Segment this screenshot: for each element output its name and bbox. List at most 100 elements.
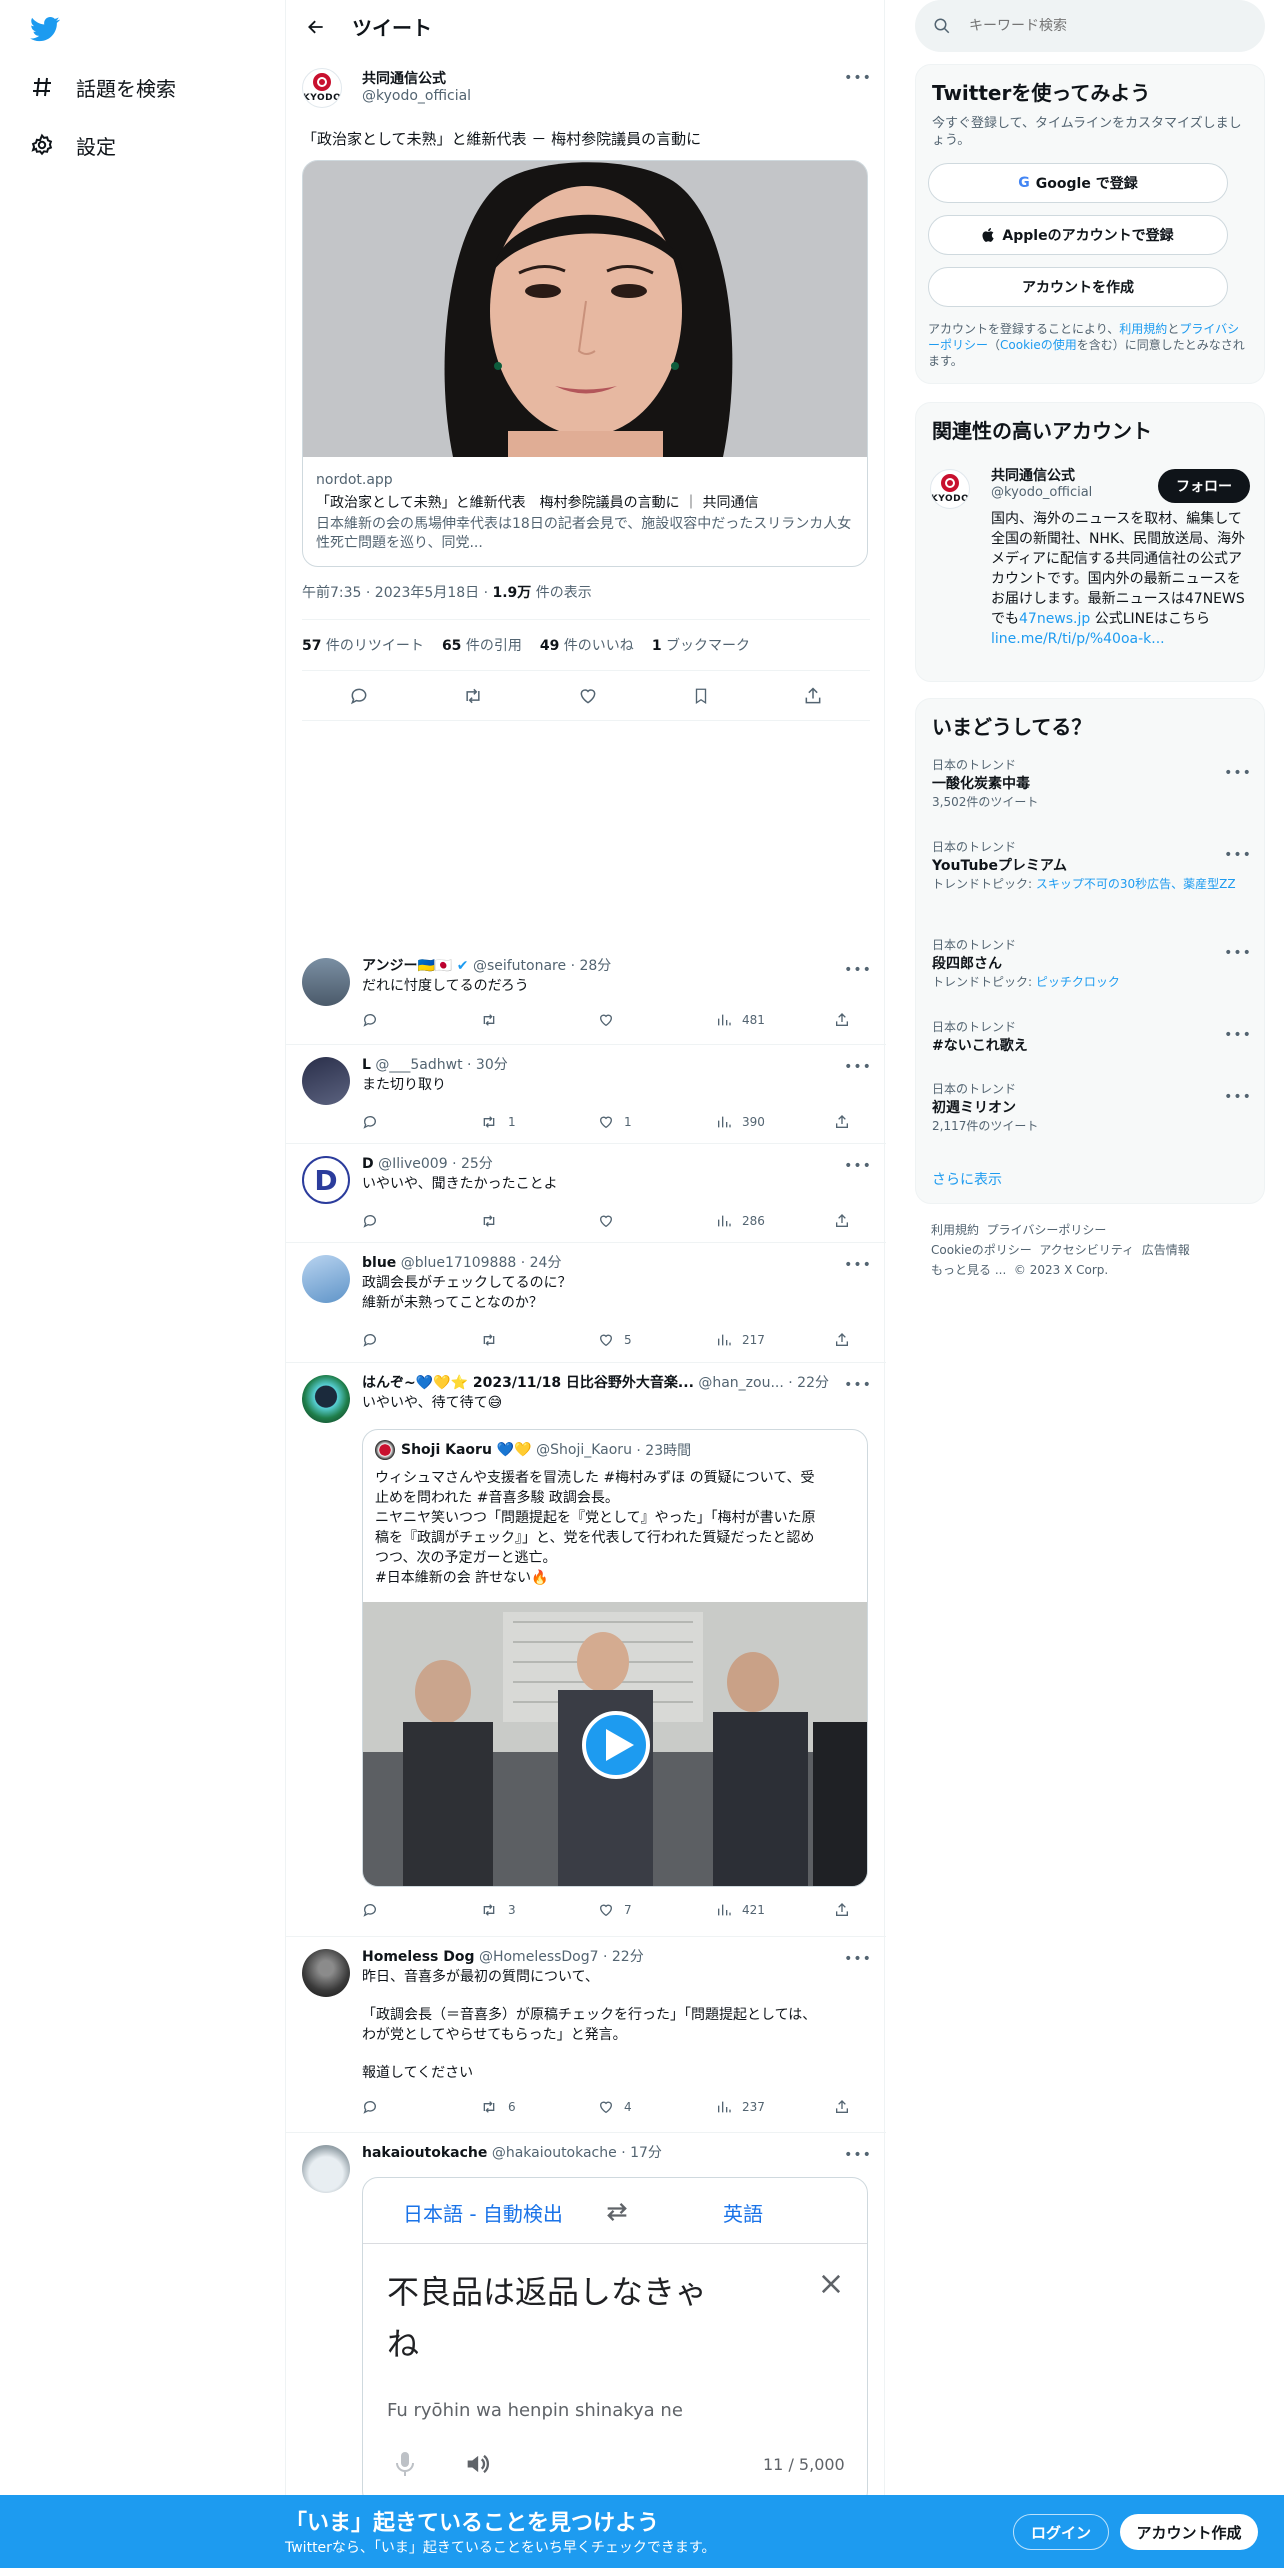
more-icon[interactable]: ••• bbox=[1224, 941, 1251, 965]
bio-link[interactable]: 47news.jp bbox=[1019, 611, 1090, 627]
reply-icon[interactable] bbox=[362, 1213, 480, 1229]
avatar[interactable] bbox=[302, 1949, 350, 1997]
like-icon[interactable]: 5 bbox=[598, 1332, 716, 1348]
views-icon[interactable]: 286 bbox=[716, 1213, 834, 1229]
avatar[interactable]: KYODO bbox=[302, 68, 342, 108]
link-card[interactable]: nordot.app 「政治家として未熟」と維新代表 梅村参院議員の言動に ｜ … bbox=[302, 160, 868, 567]
like-icon[interactable]: 7 bbox=[598, 1902, 716, 1918]
trend-topic-link[interactable]: スキップ不可の30秒広告、薬産型ZZ bbox=[1036, 877, 1236, 891]
more-icon[interactable]: ••• bbox=[844, 958, 871, 982]
translate-image[interactable]: 日本語 - 自動検出 英語 不良品は返品しなきゃ ね Fu ryōhin wa … bbox=[362, 2177, 868, 2507]
more-icon[interactable]: ••• bbox=[844, 1253, 871, 1277]
signup-button[interactable]: アカウント作成 bbox=[1120, 2514, 1258, 2550]
more-icon[interactable]: ••• bbox=[844, 66, 871, 90]
footer-accessibility-link[interactable]: アクセシビリティ bbox=[1039, 1243, 1134, 1257]
more-icon[interactable]: ••• bbox=[844, 1947, 871, 1971]
retweet-icon[interactable] bbox=[462, 686, 484, 706]
footer-terms-link[interactable]: 利用規約 bbox=[931, 1223, 979, 1237]
reply-tweet[interactable]: Homeless Dog @HomelessDog7 · 22分 昨日、音喜多が… bbox=[286, 1937, 886, 2133]
avatar[interactable]: KYODO bbox=[930, 469, 970, 509]
retweet-icon[interactable] bbox=[480, 1012, 598, 1028]
reply-icon[interactable] bbox=[362, 2099, 480, 2115]
more-icon[interactable]: ••• bbox=[844, 1154, 871, 1178]
like-icon[interactable] bbox=[598, 1213, 716, 1229]
reply-icon[interactable] bbox=[362, 1012, 480, 1028]
related-name[interactable]: 共同通信公式 bbox=[991, 465, 1075, 485]
nav-explore[interactable]: 話題を検索 bbox=[28, 61, 176, 113]
author-name[interactable]: 共同通信公式 bbox=[362, 68, 446, 88]
twitter-logo-icon[interactable] bbox=[30, 14, 60, 44]
google-signup-button[interactable]: G Google で登録 bbox=[928, 163, 1228, 203]
share-icon[interactable] bbox=[834, 1332, 864, 1348]
share-icon[interactable] bbox=[834, 2099, 864, 2115]
related-handle[interactable]: @kyodo_official bbox=[991, 485, 1092, 500]
trend-item[interactable]: 日本のトレンド 初週ミリオン 2,117件のツイート bbox=[932, 1081, 1250, 1135]
like-stat[interactable]: 49 件のいいね bbox=[540, 635, 634, 655]
reply-icon[interactable] bbox=[349, 686, 369, 706]
quote-video[interactable] bbox=[363, 1602, 867, 1886]
avatar[interactable] bbox=[302, 1375, 350, 1423]
views-icon[interactable]: 237 bbox=[716, 2099, 834, 2115]
more-icon[interactable]: ••• bbox=[1224, 1023, 1251, 1047]
retweet-icon[interactable] bbox=[480, 1332, 598, 1348]
trend-item[interactable]: 日本のトレンド 一酸化炭素中毒 3,502件のツイート bbox=[932, 757, 1250, 811]
bookmark-stat[interactable]: 1 ブックマーク bbox=[652, 635, 750, 655]
bio-link[interactable]: line.me/R/ti/p/%40oa-k... bbox=[991, 631, 1165, 647]
views-icon[interactable]: 421 bbox=[716, 1902, 834, 1918]
avatar[interactable]: D bbox=[302, 1156, 350, 1204]
cookie-link[interactable]: Cookieの使用 bbox=[1000, 338, 1077, 352]
like-icon[interactable]: 1 bbox=[598, 1114, 716, 1130]
like-icon[interactable] bbox=[598, 1012, 716, 1028]
show-more-link[interactable]: さらに表示 bbox=[932, 1169, 1002, 1189]
trend-item[interactable]: 日本のトレンド 段四郎さん トレンドトピック: ピッチクロック bbox=[932, 937, 1250, 991]
retweet-icon[interactable] bbox=[480, 1213, 598, 1229]
views-icon[interactable]: 481 bbox=[716, 1012, 834, 1028]
author-handle[interactable]: @kyodo_official bbox=[362, 88, 471, 104]
login-button[interactable]: ログイン bbox=[1013, 2514, 1109, 2550]
terms-link[interactable]: 利用規約 bbox=[1119, 322, 1167, 336]
reply-icon[interactable] bbox=[362, 1332, 480, 1348]
views-icon[interactable]: 217 bbox=[716, 1332, 834, 1348]
search-input[interactable] bbox=[969, 18, 1229, 34]
quote-stat[interactable]: 65 件の引用 bbox=[442, 635, 522, 655]
retweet-stat[interactable]: 57 件のリツイート bbox=[302, 635, 424, 655]
share-icon[interactable] bbox=[803, 686, 823, 706]
nav-settings[interactable]: 設定 bbox=[28, 119, 116, 171]
search-box[interactable] bbox=[915, 0, 1265, 52]
reply-tweet[interactable]: はんぞ~💙💛⭐ 2023/11/18 日比谷野外大音楽... @han_zou.… bbox=[286, 1363, 886, 1937]
apple-signup-button[interactable]: Appleのアカウントで登録 bbox=[928, 215, 1228, 255]
like-icon[interactable]: 4 bbox=[598, 2099, 716, 2115]
views-icon[interactable]: 390 bbox=[716, 1114, 834, 1130]
reply-tweet[interactable]: アンジー🇺🇦🇯🇵 ✔ @seifutonare · 28分 だれに忖度してるのだ… bbox=[286, 950, 886, 1045]
avatar[interactable] bbox=[302, 1057, 350, 1105]
avatar[interactable] bbox=[302, 2145, 350, 2193]
share-icon[interactable] bbox=[834, 1012, 864, 1028]
bookmark-icon[interactable] bbox=[692, 686, 710, 706]
reply-icon[interactable] bbox=[362, 1114, 480, 1130]
more-icon[interactable]: ••• bbox=[1224, 761, 1251, 785]
back-arrow-icon[interactable] bbox=[298, 9, 334, 45]
like-icon[interactable] bbox=[578, 686, 598, 706]
footer-cookie-link[interactable]: Cookieのポリシー bbox=[931, 1243, 1032, 1257]
more-icon[interactable]: ••• bbox=[844, 1373, 871, 1397]
quote-tweet[interactable]: Shoji Kaoru 💙💛 @Shoji_Kaoru · 23時間 ウィシュマ… bbox=[362, 1429, 868, 1887]
more-icon[interactable]: ••• bbox=[844, 1055, 871, 1079]
more-icon[interactable]: ••• bbox=[844, 2143, 871, 2167]
trend-item[interactable]: 日本のトレンド #ないこれ歌え bbox=[932, 1019, 1250, 1056]
reply-tweet[interactable]: hakaioutokache @hakaioutokache · 17分 •••… bbox=[286, 2133, 886, 2507]
retweet-icon[interactable]: 3 bbox=[480, 1902, 598, 1918]
share-icon[interactable] bbox=[834, 1213, 864, 1229]
more-icon[interactable]: ••• bbox=[1224, 843, 1251, 867]
trend-item[interactable]: 日本のトレンド YouTubeプレミアム トレンドトピック: スキップ不可の30… bbox=[932, 839, 1250, 893]
more-icon[interactable]: ••• bbox=[1224, 1085, 1251, 1109]
avatar[interactable] bbox=[302, 958, 350, 1006]
reply-tweet[interactable]: blue @blue17109888 · 24分 政調会長がチェックしてるのに？… bbox=[286, 1243, 886, 1363]
reply-tweet[interactable]: D D @Ilive009 · 25分 いやいや、聞きたかったことよ ••• 2… bbox=[286, 1144, 886, 1243]
footer-privacy-link[interactable]: プライバシーポリシー bbox=[987, 1223, 1107, 1237]
follow-button[interactable]: フォロー bbox=[1158, 469, 1250, 503]
footer-more-link[interactable]: もっと見る ... bbox=[931, 1263, 1006, 1277]
share-icon[interactable] bbox=[834, 1114, 864, 1130]
footer-ads-link[interactable]: 広告情報 bbox=[1142, 1243, 1190, 1257]
reply-tweet[interactable]: L @___5adhwt · 30分 また切り取り ••• 1 1 390 bbox=[286, 1045, 886, 1144]
trend-topic-link[interactable]: ピッチクロック bbox=[1036, 975, 1120, 989]
